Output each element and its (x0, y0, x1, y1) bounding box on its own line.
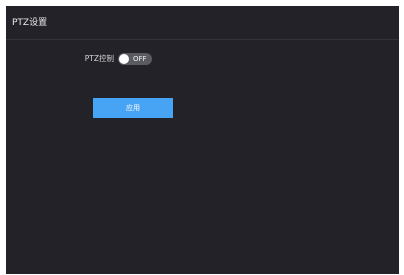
ptz-control-label: PTZ控制 (84, 54, 114, 63)
ptz-control-toggle[interactable]: OFF (118, 53, 152, 65)
toggle-knob-icon (119, 54, 129, 64)
panel-header: PTZ设置 (6, 6, 399, 40)
apply-button[interactable]: 应用 (93, 98, 173, 118)
panel-title: PTZ设置 (12, 18, 48, 28)
toggle-state-text: OFF (133, 55, 147, 63)
settings-panel: PTZ设置 PTZ控制 OFF 应用 (6, 6, 399, 274)
